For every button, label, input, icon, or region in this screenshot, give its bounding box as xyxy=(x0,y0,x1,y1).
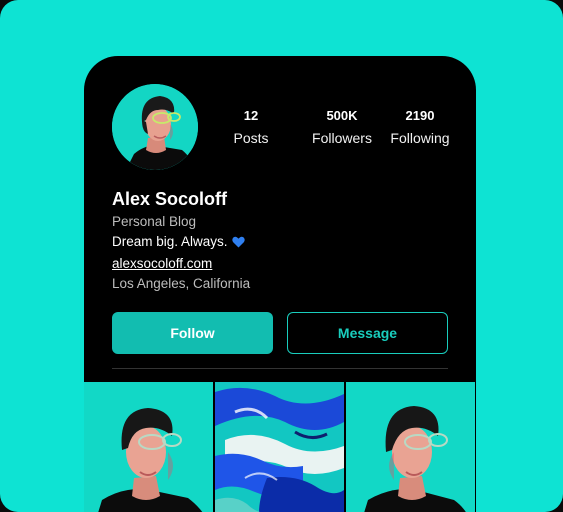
photo-grid-item-portrait-1[interactable] xyxy=(84,382,213,512)
photo-grid-item-portrait-2[interactable] xyxy=(346,382,475,512)
stat-posts-label: Posts xyxy=(233,130,269,146)
portrait-photo-image xyxy=(84,382,213,512)
stat-following[interactable]: 2190 Following xyxy=(375,108,465,147)
stat-posts[interactable]: 12 Posts xyxy=(206,108,296,147)
profile-card: 12 Posts 500K Followers 2190 Following A… xyxy=(84,56,476,512)
stat-following-value: 2190 xyxy=(405,108,435,123)
profile-category: Personal Blog xyxy=(112,214,197,229)
stat-followers-label: Followers xyxy=(312,130,372,146)
divider xyxy=(112,368,448,369)
profile-bio: Personal Blog Dream big. Always. alexsoc… xyxy=(112,212,250,294)
blue-heart-icon xyxy=(231,234,245,254)
follow-button[interactable]: Follow xyxy=(112,312,273,354)
profile-tagline: Dream big. Always. xyxy=(112,234,228,249)
stat-posts-value: 12 xyxy=(243,108,259,123)
profile-name: Alex Socoloff xyxy=(112,189,228,209)
profile-tagline-row: Dream big. Always. xyxy=(112,232,250,254)
profile-website-link[interactable]: alexsocoloff.com xyxy=(112,254,250,274)
message-button[interactable]: Message xyxy=(287,312,448,354)
photo-grid xyxy=(84,382,476,512)
portrait-photo-image xyxy=(346,382,475,512)
stat-followers[interactable]: 500K Followers xyxy=(297,108,387,147)
stat-followers-value: 500K xyxy=(326,108,358,123)
profile-location: Los Angeles, California xyxy=(112,276,251,291)
profile-stats: 12 Posts 500K Followers 2190 Following xyxy=(84,108,476,148)
photo-grid-item-abstract[interactable] xyxy=(215,382,344,512)
app-background: 12 Posts 500K Followers 2190 Following A… xyxy=(0,0,563,512)
stat-following-label: Following xyxy=(390,130,450,146)
abstract-paint-image xyxy=(215,382,344,512)
